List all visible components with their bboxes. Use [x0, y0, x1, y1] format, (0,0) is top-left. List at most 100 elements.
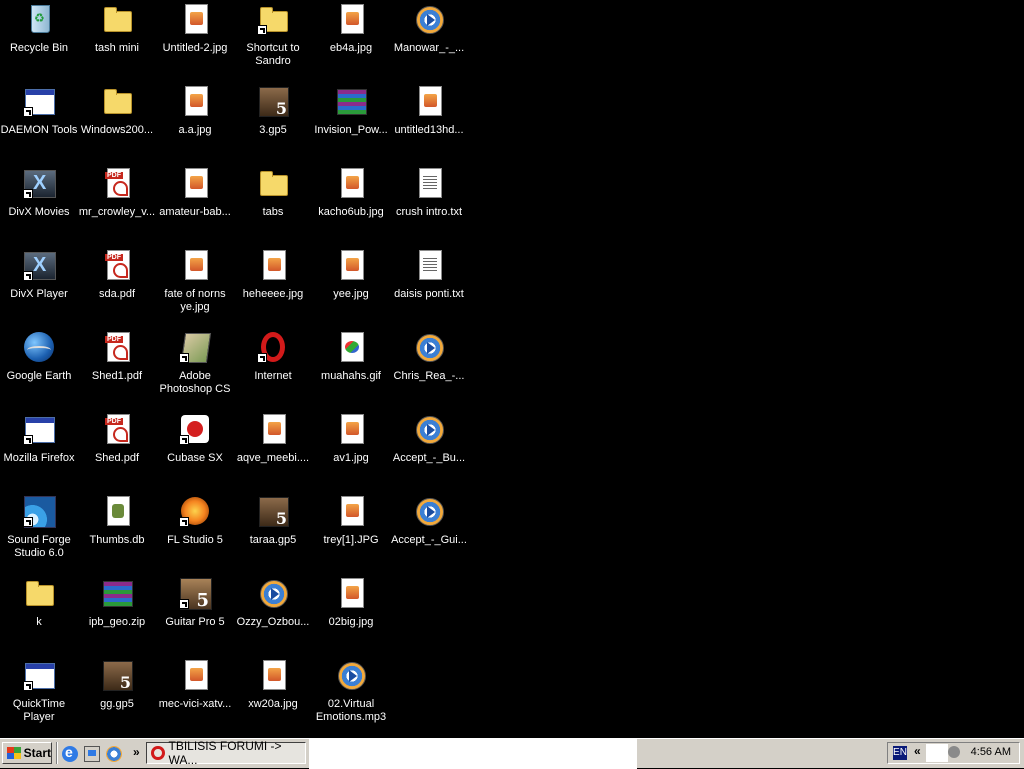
- guitar-pro-icon: [179, 577, 212, 611]
- folder-icon: [23, 577, 55, 609]
- desktop-icon[interactable]: mr_crowley_v...: [78, 167, 156, 247]
- desktop-icon-label: 02big.jpg: [328, 616, 374, 628]
- shortcut-arrow-icon: [257, 25, 267, 35]
- desktop-icon-label: DivX Movies: [8, 206, 70, 218]
- desktop-icon[interactable]: 02.Virtual Emotions.mp3: [312, 659, 390, 739]
- desktop-icon-label: taraa.gp5: [249, 534, 297, 546]
- desktop-icon[interactable]: eb4a.jpg: [312, 3, 390, 83]
- desktop-icon-label: Guitar Pro 5: [165, 616, 225, 628]
- desktop-icon[interactable]: Shortcut to Sandro: [234, 3, 312, 83]
- desktop-icon-label: Shed.pdf: [94, 452, 140, 464]
- pdf-file-icon: [101, 167, 133, 199]
- desktop-icon-label: FL Studio 5: [167, 534, 223, 546]
- desktop-icon[interactable]: Shed1.pdf: [78, 331, 156, 411]
- show-desktop-icon[interactable]: [84, 746, 100, 762]
- jpg-file-icon: [257, 659, 289, 691]
- desktop-icon[interactable]: Accept_-_Gui...: [390, 495, 468, 575]
- desktop-icon[interactable]: Google Earth: [0, 331, 78, 411]
- start-button[interactable]: Start: [2, 742, 52, 764]
- desktop-icon[interactable]: trey[1].JPG: [312, 495, 390, 575]
- desktop-icon[interactable]: untitled13hd...: [390, 85, 468, 165]
- clock[interactable]: 4:56 AM: [971, 746, 1011, 758]
- desktop-icon-label: DivX Player: [10, 288, 68, 300]
- desktop-icon[interactable]: Internet: [234, 331, 312, 411]
- desktop-icon[interactable]: Mozilla Firefox: [0, 413, 78, 493]
- desktop-icon[interactable]: k: [0, 577, 78, 657]
- desktop-icon[interactable]: mec-vici-xatv...: [156, 659, 234, 739]
- desktop-icon[interactable]: Recycle Bin: [0, 3, 78, 83]
- desktop-icon[interactable]: kacho6ub.jpg: [312, 167, 390, 247]
- desktop-icon[interactable]: aqve_meebi....: [234, 413, 312, 493]
- desktop-icon[interactable]: DivX Movies: [0, 167, 78, 247]
- desktop-icon-label: eb4a.jpg: [329, 42, 373, 54]
- desktop-icon[interactable]: Adobe Photoshop CS: [156, 331, 234, 411]
- desktop-icon[interactable]: FL Studio 5: [156, 495, 234, 575]
- desktop-icon[interactable]: Cubase SX: [156, 413, 234, 493]
- text-file-icon: [413, 167, 445, 199]
- desktop-icon[interactable]: yee.jpg: [312, 249, 390, 329]
- desktop-icon[interactable]: Guitar Pro 5: [156, 577, 234, 657]
- media-file-icon: [335, 659, 367, 691]
- desktop-icon[interactable]: Windows200...: [78, 85, 156, 165]
- taskbar-window-button[interactable]: TBILISIS FORUMI -> WA...: [146, 739, 306, 767]
- desktop-icon-label: Ozzy_Ozbou...: [236, 616, 310, 628]
- desktop-icon[interactable]: 3.gp5: [234, 85, 312, 165]
- desktop-icon-label: muahahs.gif: [321, 370, 381, 382]
- guitar-pro-file-icon: [257, 85, 289, 118]
- desktop-icon[interactable]: DivX Player: [0, 249, 78, 329]
- desktop-icon[interactable]: Invision_Pow...: [312, 85, 390, 165]
- desktop-icon[interactable]: Ozzy_Ozbou...: [234, 577, 312, 657]
- desktop-icon[interactable]: taraa.gp5: [234, 495, 312, 575]
- desktop-icon[interactable]: DAEMON Tools: [0, 85, 78, 165]
- desktop-icon[interactable]: av1.jpg: [312, 413, 390, 493]
- desktop-icon[interactable]: Sound Forge Studio 6.0: [0, 495, 78, 575]
- desktop-icon[interactable]: tabs: [234, 167, 312, 247]
- desktop-icon-label: 02.Virtual Emotions.mp3: [315, 698, 387, 723]
- desktop-icon[interactable]: fate of norns ye.jpg: [156, 249, 234, 329]
- desktop-icon[interactable]: daisis ponti.txt: [390, 249, 468, 329]
- shortcut-arrow-icon: [23, 435, 33, 445]
- desktop-icon[interactable]: Thumbs.db: [78, 495, 156, 575]
- desktop-icon[interactable]: Accept_-_Bu...: [390, 413, 468, 493]
- desktop-icon-label: crush intro.txt: [395, 206, 463, 218]
- desktop-icon[interactable]: 02big.jpg: [312, 577, 390, 657]
- desktop-icon[interactable]: muahahs.gif: [312, 331, 390, 411]
- desktop-icon[interactable]: gg.gp5: [78, 659, 156, 739]
- jpg-file-icon: [335, 495, 367, 527]
- desktop-icon[interactable]: Shed.pdf: [78, 413, 156, 493]
- language-indicator[interactable]: EN: [893, 746, 907, 760]
- desktop-icon-label: Adobe Photoshop CS: [159, 370, 231, 395]
- recycle-bin-icon: [23, 3, 55, 35]
- desktop-icon-label: yee.jpg: [333, 288, 369, 300]
- desktop-icon-label: Shortcut to Sandro: [246, 42, 300, 67]
- desktop-icon[interactable]: ipb_geo.zip: [78, 577, 156, 657]
- desktop-icon[interactable]: a.a.jpg: [156, 85, 234, 165]
- media-player-icon[interactable]: [106, 746, 122, 762]
- taskbar: Start » TBILISIS FORUMI -> WA... EN « 4:…: [0, 738, 1024, 769]
- db-file-icon: [101, 495, 133, 527]
- desktop-icon[interactable]: sda.pdf: [78, 249, 156, 329]
- opera-icon: [257, 331, 289, 363]
- desktop-icon[interactable]: crush intro.txt: [390, 167, 468, 247]
- shortcut-arrow-icon: [179, 435, 189, 445]
- desktop-icon[interactable]: tash mini: [78, 3, 156, 83]
- desktop-icon[interactable]: QuickTime Player: [0, 659, 78, 739]
- desktop-icon[interactable]: Chris_Rea_-...: [390, 331, 468, 411]
- internet-explorer-icon[interactable]: [62, 744, 78, 762]
- desktop-icon[interactable]: heheeee.jpg: [234, 249, 312, 329]
- quick-launch-more-button[interactable]: »: [133, 745, 140, 759]
- jpg-file-icon: [179, 85, 211, 117]
- media-file-icon: [413, 3, 445, 35]
- archive-icon: [335, 85, 367, 117]
- desktop-icon-label: Sound Forge Studio 6.0: [7, 534, 71, 559]
- folder-icon: [101, 3, 133, 35]
- jpg-file-icon: [335, 577, 367, 609]
- desktop-icon[interactable]: xw20a.jpg: [234, 659, 312, 739]
- desktop-icon-label: Invision_Pow...: [314, 124, 388, 136]
- volume-icon[interactable]: [948, 746, 960, 758]
- desktop-icon[interactable]: Manowar_-_...: [390, 3, 468, 83]
- desktop-icon[interactable]: amateur-bab...: [156, 167, 234, 247]
- sound-forge-icon: [23, 495, 56, 528]
- tray-expand-button[interactable]: «: [914, 744, 921, 758]
- desktop-icon[interactable]: Untitled-2.jpg: [156, 3, 234, 83]
